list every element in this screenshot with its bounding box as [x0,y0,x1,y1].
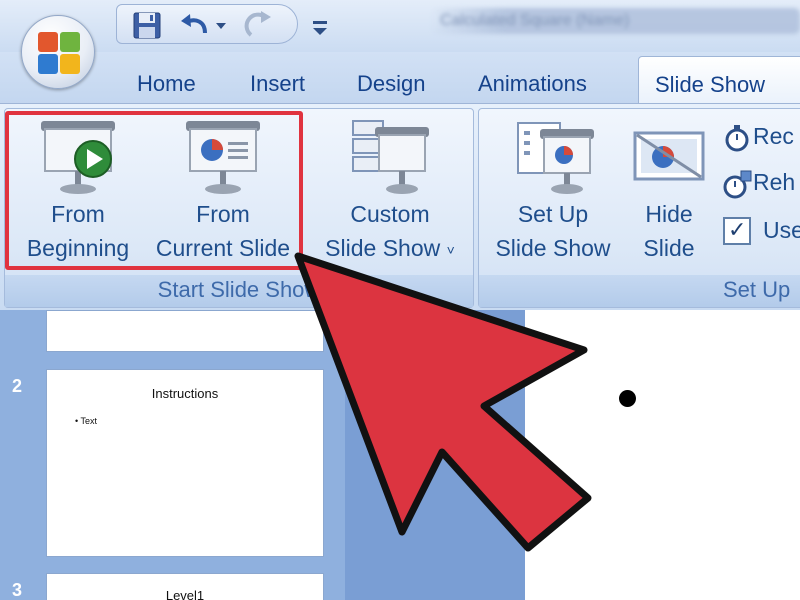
tab-animations[interactable]: Animations [478,71,587,97]
office-button[interactable] [21,15,95,89]
group-label-start: Start Slide Show [5,275,473,307]
chevron-down-icon: ˅ [446,241,455,258]
slide-thumbnail-2[interactable]: Instructions • Text [46,369,324,557]
quick-access-toolbar [116,4,298,44]
bullet-point-marker [619,390,636,407]
title-bar: Calculated Square (Name) [0,0,800,52]
slide-thumbnail-1[interactable] [46,310,324,352]
slide-bullet: • Text [75,416,97,426]
custom-show-icon [352,120,429,194]
slide-editing-canvas[interactable] [525,310,800,600]
set-up-slide-show-button[interactable]: Set Up Slide Show [483,117,623,267]
office-logo-icon [38,32,80,74]
tab-insert[interactable]: Insert [250,71,305,97]
group-label-setup: Set Up [479,275,800,307]
highlight-box [5,111,303,270]
undo-dropdown-icon[interactable] [213,9,229,41]
customize-icon[interactable] [306,12,334,40]
save-icon[interactable] [129,9,165,41]
setup-slideshow-icon [517,122,594,194]
custom-slide-show-button[interactable]: Custom Slide Show ˅ [311,117,469,267]
slide-title: Instructions [151,386,219,401]
rehearse-timings-icon [723,170,752,199]
record-narration-item[interactable]: Rec [721,123,794,152]
use-timings-checkbox[interactable]: ✓ [723,217,751,245]
slide-title: Level1 [165,588,205,600]
window-title: Calculated Square (Name) [430,8,800,34]
slide-number-2: 2 [12,376,23,396]
redo-icon[interactable] [241,9,277,41]
hide-slide-button[interactable]: Hide Slide [623,117,715,267]
hide-slide-icon [633,131,705,181]
stopwatch-icon [725,124,749,152]
rehearse-timings-item[interactable]: Reh [721,169,795,199]
undo-icon[interactable] [177,9,213,41]
slide-number-3: 3 [12,580,23,600]
check-mark-icon: ✓ [728,217,747,242]
tab-home[interactable]: Home [137,71,196,97]
slide-thumbnail-3[interactable]: Level1 [46,573,324,600]
pane-splitter[interactable] [345,310,525,600]
use-timings-label: Use [763,217,800,243]
group-set-up: Set Up Slide Show Hide Slide Rec Reh ✓ U… [478,108,800,308]
tab-slide-show[interactable]: Slide Show [638,56,800,106]
ribbon-tab-row: Home Insert Design Animations Slide Show [0,52,800,106]
tab-design[interactable]: Design [357,71,425,97]
